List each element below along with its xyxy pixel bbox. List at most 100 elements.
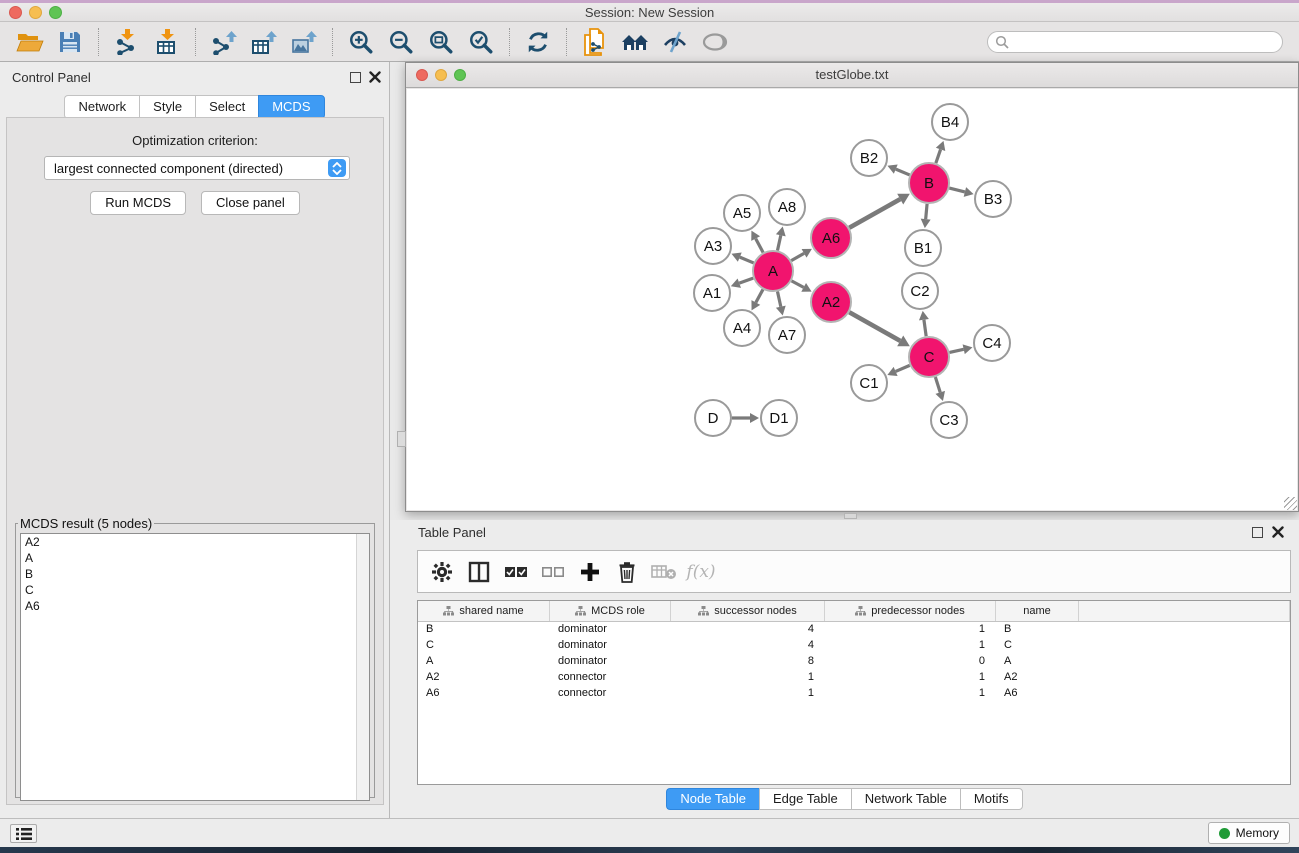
home-icon[interactable]	[615, 25, 655, 59]
node-B[interactable]: B	[909, 163, 949, 203]
node-A4[interactable]: A4	[724, 310, 760, 346]
open-session-icon[interactable]	[10, 25, 50, 59]
edge-A2-C[interactable]	[849, 312, 900, 341]
node-table[interactable]: shared nameMCDS rolesuccessor nodesprede…	[417, 600, 1291, 785]
mcds-result-list[interactable]: A2ABCA6	[20, 533, 370, 801]
table-header-row[interactable]: shared nameMCDS rolesuccessor nodesprede…	[418, 601, 1290, 622]
criterion-select[interactable]: largest connected component (directed)	[44, 156, 350, 180]
edge-B-B4[interactable]	[936, 149, 941, 163]
minimize-window-icon[interactable]	[435, 69, 447, 81]
edge-C-C2[interactable]	[924, 320, 926, 336]
column-header-shared-name[interactable]: shared name	[418, 601, 550, 621]
node-B2[interactable]: B2	[851, 140, 887, 176]
node-C[interactable]: C	[909, 337, 949, 377]
close-panel-icon[interactable]	[369, 71, 381, 83]
close-panel-button[interactable]: Close panel	[201, 191, 300, 215]
edge-C-C4[interactable]	[949, 349, 963, 352]
float-panel-icon[interactable]	[1252, 527, 1263, 538]
refresh-icon[interactable]	[518, 25, 558, 59]
zoom-fit-icon[interactable]	[421, 25, 461, 59]
tab-node-table[interactable]: Node Table	[666, 788, 759, 810]
delete-column-icon[interactable]	[613, 557, 641, 587]
edge-A-A7[interactable]	[777, 292, 780, 307]
bird-eye-icon[interactable]	[695, 25, 735, 59]
edge-A-A6[interactable]	[791, 253, 804, 260]
edge-A-A2[interactable]	[792, 281, 804, 287]
close-window-icon[interactable]	[9, 6, 22, 19]
import-table-icon[interactable]	[147, 25, 187, 59]
zoom-in-icon[interactable]	[341, 25, 381, 59]
memory-button[interactable]: Memory	[1208, 822, 1290, 844]
edge-A-A3[interactable]	[740, 257, 754, 263]
tab-network[interactable]: Network	[64, 95, 139, 119]
import-network-icon[interactable]	[107, 25, 147, 59]
zoom-window-icon[interactable]	[49, 6, 62, 19]
hide-details-icon[interactable]	[655, 25, 695, 59]
node-B3[interactable]: B3	[975, 181, 1011, 217]
node-A2[interactable]: A2	[811, 282, 851, 322]
node-A6[interactable]: A6	[811, 218, 851, 258]
export-network-icon[interactable]	[204, 25, 244, 59]
edge-A-A1[interactable]	[739, 278, 753, 283]
result-list-item[interactable]: A2	[21, 534, 369, 550]
column-header-mcds-role[interactable]: MCDS role	[550, 601, 671, 621]
export-image-icon[interactable]	[284, 25, 324, 59]
node-C1[interactable]: C1	[851, 365, 887, 401]
zoom-out-icon[interactable]	[381, 25, 421, 59]
resize-handle-icon[interactable]	[1284, 497, 1297, 510]
node-A1[interactable]: A1	[694, 275, 730, 311]
gear-icon[interactable]	[428, 557, 456, 587]
deselect-all-icon[interactable]	[539, 557, 567, 587]
node-C3[interactable]: C3	[931, 402, 967, 438]
node-B1[interactable]: B1	[905, 230, 941, 266]
table-row[interactable]: Adominator80A	[418, 654, 1290, 670]
add-column-icon[interactable]	[576, 557, 604, 587]
edge-A-A8[interactable]	[777, 235, 780, 250]
node-A3[interactable]: A3	[695, 228, 731, 264]
edge-A-A4[interactable]	[756, 289, 763, 302]
result-list-item[interactable]: A	[21, 550, 369, 566]
close-panel-icon[interactable]	[1272, 526, 1284, 538]
result-list-item[interactable]: B	[21, 566, 369, 582]
table-row[interactable]: Cdominator41C	[418, 638, 1290, 654]
panel-splitter-grabber[interactable]	[397, 431, 406, 447]
edge-B-B1[interactable]	[926, 204, 927, 219]
column-header-successor-nodes[interactable]: successor nodes	[671, 601, 825, 621]
node-A7[interactable]: A7	[769, 317, 805, 353]
node-D[interactable]: D	[695, 400, 731, 436]
split-columns-icon[interactable]	[465, 557, 493, 587]
search-input[interactable]	[987, 31, 1283, 53]
select-all-icon[interactable]	[502, 557, 530, 587]
task-history-button[interactable]	[10, 824, 37, 843]
run-mcds-button[interactable]: Run MCDS	[90, 191, 186, 215]
clipboard-network-icon[interactable]	[575, 25, 615, 59]
float-panel-icon[interactable]	[350, 72, 361, 83]
panel-splitter-grabber[interactable]	[844, 513, 857, 519]
edge-C-C3[interactable]	[935, 377, 940, 392]
node-C4[interactable]: C4	[974, 325, 1010, 361]
node-A[interactable]: A	[753, 251, 793, 291]
column-header-name[interactable]: name	[996, 601, 1079, 621]
network-window-titlebar[interactable]: testGlobe.txt	[406, 63, 1298, 88]
edge-A-A5[interactable]	[756, 239, 763, 253]
network-canvas[interactable]: AA1A2A3A4A5A6A7A8BB1B2B3B4CC1C2C3C4DD1	[407, 89, 1297, 510]
tab-mcds[interactable]: MCDS	[258, 95, 324, 119]
tab-network-table[interactable]: Network Table	[851, 788, 960, 810]
export-table-icon[interactable]	[244, 25, 284, 59]
edge-A6-B[interactable]	[849, 199, 900, 228]
node-A5[interactable]: A5	[724, 195, 760, 231]
table-row[interactable]: A2connector11A2	[418, 670, 1290, 686]
tab-style[interactable]: Style	[139, 95, 195, 119]
node-A8[interactable]: A8	[769, 189, 805, 225]
scrollbar[interactable]	[356, 534, 369, 800]
edge-B-B2[interactable]	[896, 169, 910, 175]
tab-edge-table[interactable]: Edge Table	[759, 788, 851, 810]
tab-select[interactable]: Select	[195, 95, 258, 119]
close-window-icon[interactable]	[416, 69, 428, 81]
zoom-window-icon[interactable]	[454, 69, 466, 81]
node-C2[interactable]: C2	[902, 273, 938, 309]
save-session-icon[interactable]	[50, 25, 90, 59]
minimize-window-icon[interactable]	[29, 6, 42, 19]
column-header-predecessor-nodes[interactable]: predecessor nodes	[825, 601, 996, 621]
table-row[interactable]: A6connector11A6	[418, 686, 1290, 702]
